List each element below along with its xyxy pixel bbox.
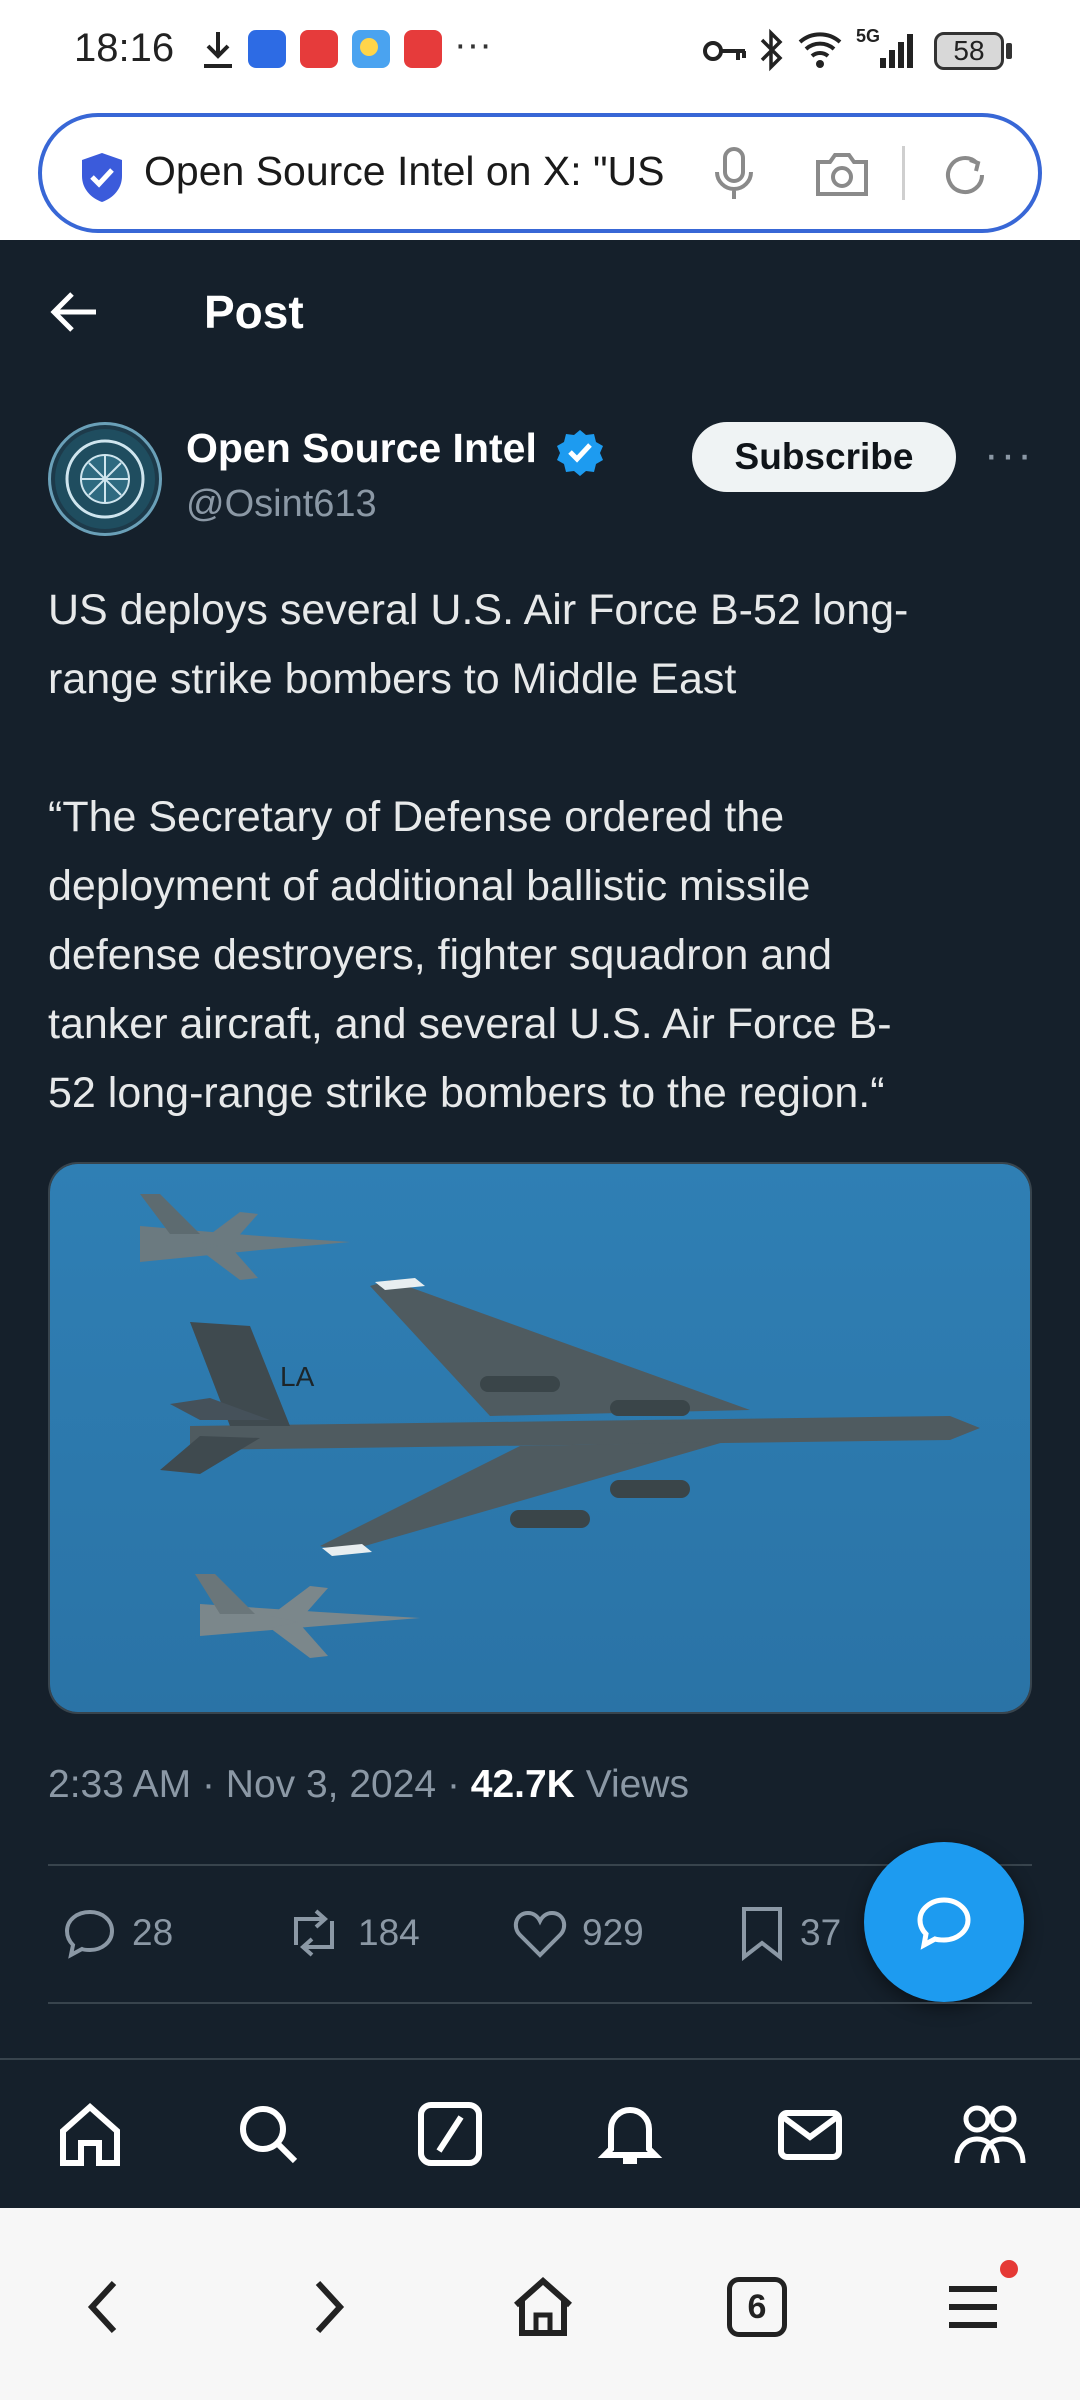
app-red2-icon (404, 30, 442, 68)
tabs-count: 6 (727, 2277, 787, 2337)
page-title: Post (204, 286, 304, 338)
app-red-icon (300, 30, 338, 68)
repost-count: 184 (358, 1912, 420, 1953)
tweet-time: 2:33 AM (48, 1763, 192, 1806)
key-icon (702, 34, 748, 73)
microphone-icon[interactable] (712, 146, 756, 207)
more-options-button[interactable]: ··· (984, 430, 1034, 480)
tweet-text-line: tanker aircraft, and several U.S. Air Fo… (48, 1000, 892, 1048)
tweet-image[interactable]: LA (48, 1162, 1032, 1714)
messages-icon[interactable] (770, 2094, 850, 2174)
meta-separator: · (446, 1763, 460, 1806)
home-icon[interactable] (498, 2262, 588, 2352)
battery-tip (1006, 43, 1012, 59)
tweet-date: Nov 3, 2024 (225, 1763, 437, 1806)
divider (48, 2002, 1032, 2004)
notifications-icon[interactable] (590, 2094, 670, 2174)
url-bar-divider (902, 146, 905, 200)
search-icon[interactable] (228, 2094, 308, 2174)
url-text[interactable]: Open Source Intel on X: "US (144, 148, 674, 195)
arrow-left-icon[interactable] (48, 288, 100, 341)
reply-bubble-icon (917, 1897, 971, 1950)
views-count: 42.7K (470, 1763, 575, 1806)
divider (48, 1864, 1032, 1866)
tabs-icon[interactable]: 6 (712, 2262, 802, 2352)
weather-icon (352, 30, 390, 68)
tweet-meta: 2:33 AM · Nov 3, 2024 · 42.7K Views (48, 1763, 689, 1807)
status-bar: 18:16 ··· 5G 58 (0, 0, 1080, 105)
grok-icon[interactable] (410, 2094, 490, 2174)
bookmark-count: 37 (800, 1912, 842, 1953)
bookmark-button[interactable]: 37 (738, 1903, 841, 1963)
shield-check-icon[interactable] (78, 150, 126, 209)
menu-notification-dot (1000, 2260, 1018, 2278)
app-blue-icon (248, 30, 286, 68)
compose-reply-button[interactable] (864, 1842, 1024, 2002)
tweet-text-line: deployment of additional ballistic missi… (48, 862, 811, 910)
status-overflow: ··· (454, 24, 492, 66)
heart-icon (513, 1910, 567, 1958)
bluetooth-icon (758, 28, 784, 77)
status-time: 18:16 (74, 26, 175, 70)
verified-badge-icon (556, 428, 604, 481)
tweet-text-line: range strike bombers to Middle East (48, 655, 737, 703)
battery-icon: 58 (934, 32, 1004, 70)
meta-separator: · (201, 1763, 215, 1806)
reload-icon[interactable] (940, 150, 990, 205)
author-handle[interactable]: @Osint613 (186, 483, 377, 526)
tweet-text-line: US deploys several U.S. Air Force B-52 l… (48, 586, 909, 634)
back-arrow-icon[interactable] (60, 2262, 150, 2352)
repost-button[interactable]: 184 (284, 1903, 420, 1963)
battery-level: 58 (953, 35, 985, 66)
avatar[interactable] (48, 422, 162, 536)
home-icon[interactable] (50, 2094, 130, 2174)
reply-count: 28 (132, 1912, 174, 1953)
tweet-text-line: 52 long-range strike bombers to the regi… (48, 1069, 885, 1117)
reply-button[interactable]: 28 (62, 1903, 173, 1963)
app-tab-bar (0, 2058, 1080, 2208)
tweet-text-line: “The Secretary of Defense ordered the (48, 793, 785, 841)
wifi-icon (796, 28, 844, 75)
subscribe-button[interactable]: Subscribe (692, 422, 956, 492)
like-button[interactable]: 929 (512, 1903, 644, 1963)
tweet-text-line: defense destroyers, fighter squadron and (48, 931, 833, 979)
tail-code: LA (280, 1361, 315, 1392)
signal-icon (866, 30, 914, 75)
like-count: 929 (582, 1912, 644, 1953)
views-label: Views (585, 1763, 690, 1806)
download-icon (200, 30, 236, 75)
author-name[interactable]: Open Source Intel (186, 425, 537, 472)
reply-icon (64, 1909, 115, 1959)
camera-icon[interactable] (814, 150, 870, 203)
communities-icon[interactable] (950, 2094, 1030, 2174)
repost-icon (294, 1909, 334, 1957)
forward-arrow-icon[interactable] (282, 2262, 372, 2352)
bookmark-icon (742, 1907, 782, 1961)
